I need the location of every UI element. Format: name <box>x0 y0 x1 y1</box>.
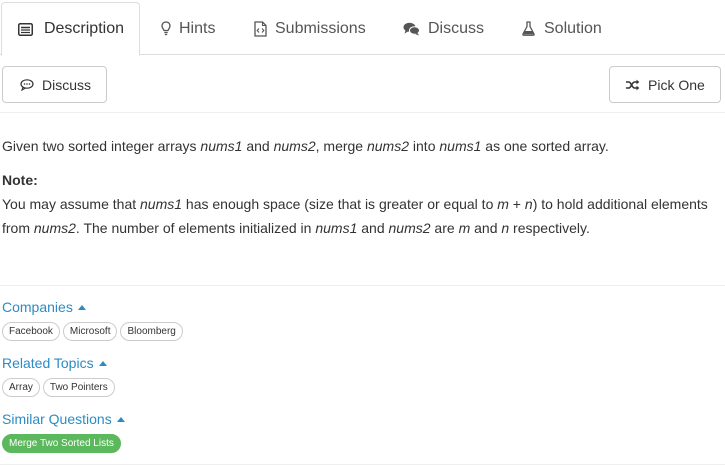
problem-statement: Given two sorted integer arrays nums1 an… <box>2 138 609 154</box>
tab-label: Hints <box>179 19 216 37</box>
comment-icon <box>20 78 34 91</box>
topic-tags: Array Two Pointers <box>2 378 115 397</box>
pick-one-button[interactable]: Pick One <box>609 66 721 103</box>
tab-label: Description <box>43 20 124 37</box>
divider <box>0 112 725 113</box>
tag-facebook[interactable]: Facebook <box>2 322 60 341</box>
tag-microsoft[interactable]: Microsoft <box>62 322 118 341</box>
description-icon <box>17 20 35 38</box>
note-text-line-1: You may assume that nums1 has enough spa… <box>2 196 708 212</box>
tab-label: Submissions <box>275 19 366 37</box>
companies-title: Companies <box>2 299 73 315</box>
divider <box>0 464 725 465</box>
divider <box>0 285 725 286</box>
lightbulb-icon <box>160 20 172 38</box>
problem-tabs: Description Hints Submissions Discuss So… <box>0 0 725 56</box>
similar-question-tags: Merge Two Sorted Lists <box>2 434 121 453</box>
similar-questions-title: Similar Questions <box>2 411 112 427</box>
tab-label: Solution <box>544 19 602 37</box>
companies-toggle[interactable]: Companies <box>2 299 86 315</box>
related-topics-toggle[interactable]: Related Topics <box>2 355 107 371</box>
discuss-button-label: Discuss <box>42 76 92 93</box>
tab-discuss[interactable]: Discuss <box>402 2 484 55</box>
flask-icon <box>521 20 535 38</box>
tab-submissions[interactable]: Submissions <box>253 2 366 55</box>
tab-description[interactable]: Description <box>1 2 140 56</box>
similar-questions-toggle[interactable]: Similar Questions <box>2 411 125 427</box>
tab-label: Discuss <box>428 19 485 37</box>
caret-up-icon <box>116 417 125 422</box>
tag-bloomberg[interactable]: Bloomberg <box>120 322 183 341</box>
tag-array[interactable]: Array <box>2 378 40 397</box>
tab-solution[interactable]: Solution <box>521 2 602 55</box>
caret-up-icon <box>77 305 86 310</box>
note-text-line-2: from nums2. The number of elements initi… <box>2 220 590 236</box>
note-label: Note: <box>2 172 38 188</box>
pick-one-button-label: Pick One <box>648 76 705 93</box>
code-file-icon <box>253 20 267 38</box>
tab-hints[interactable]: Hints <box>160 2 215 55</box>
related-topics-title: Related Topics <box>2 355 94 371</box>
shuffle-icon <box>625 79 640 91</box>
discuss-button[interactable]: Discuss <box>2 66 107 103</box>
tag-merge-two-sorted-lists[interactable]: Merge Two Sorted Lists <box>2 434 121 453</box>
comments-icon <box>402 20 420 38</box>
tag-two-pointers[interactable]: Two Pointers <box>42 378 115 397</box>
caret-up-icon <box>98 361 107 366</box>
company-tags: Facebook Microsoft Bloomberg <box>2 322 183 341</box>
